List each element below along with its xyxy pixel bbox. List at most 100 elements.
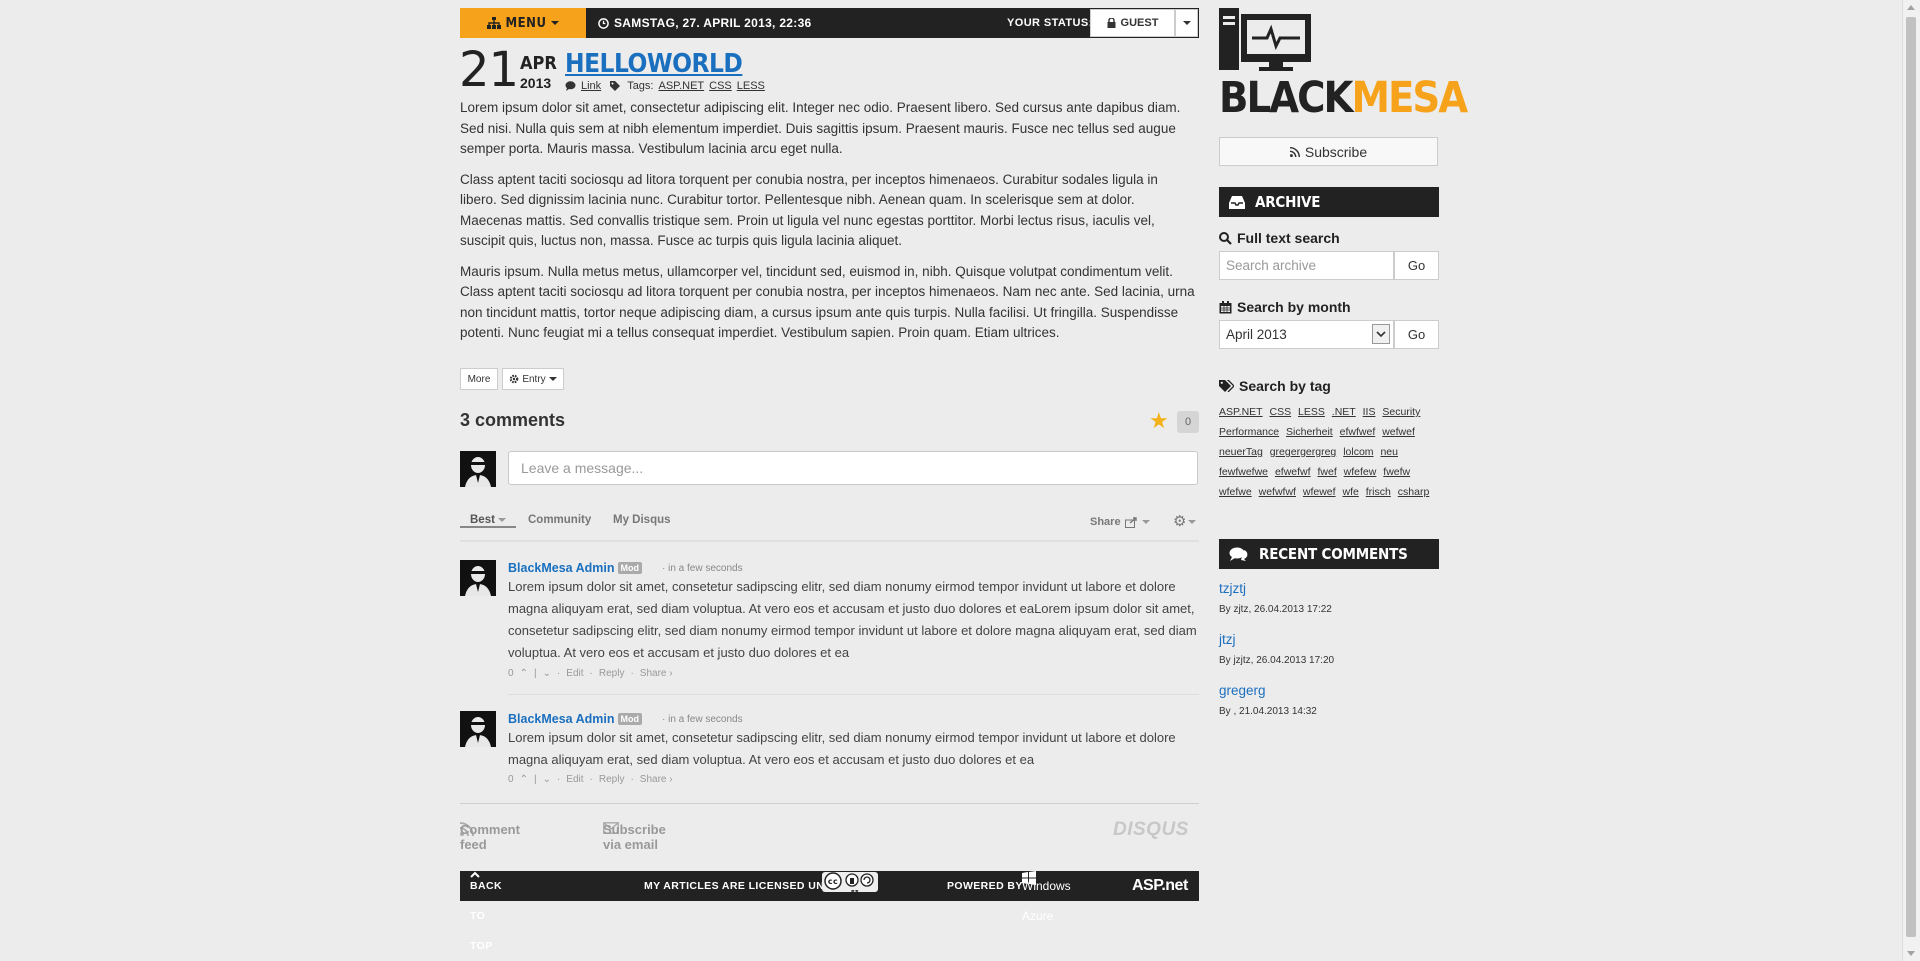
- reply-link[interactable]: Reply: [599, 774, 625, 785]
- post-tag-link[interactable]: CSS: [709, 80, 732, 92]
- comments-icon: [1229, 547, 1248, 561]
- tag-link[interactable]: fwef: [1317, 466, 1336, 478]
- chevron-down-icon: [551, 21, 560, 25]
- tag-link[interactable]: IIS: [1363, 406, 1376, 418]
- tag-link[interactable]: efwfwef: [1340, 426, 1376, 438]
- tag-link[interactable]: lolcom: [1343, 446, 1373, 458]
- tag-link[interactable]: Security: [1382, 406, 1420, 418]
- share-icon: [1124, 516, 1137, 528]
- subscribe-button[interactable]: Subscribe: [1219, 137, 1438, 166]
- fulltext-search-label: Full text search: [1219, 230, 1340, 246]
- comment-feed-link[interactable]: Comment feed: [460, 822, 520, 852]
- more-label: More: [467, 373, 491, 385]
- recent-comment-link[interactable]: gregerg: [1219, 683, 1266, 698]
- tag-link[interactable]: Performance: [1219, 426, 1279, 438]
- upvote-icon[interactable]: ⌃: [520, 774, 528, 785]
- comment-author-name: BlackMesa Admin: [508, 561, 615, 575]
- blackmesa-logo[interactable]: BLACKMESA: [1219, 8, 1468, 123]
- scroll-up-icon[interactable]: [1907, 5, 1915, 10]
- tag-link[interactable]: wefwef: [1382, 426, 1415, 438]
- upvote-icon[interactable]: ⌃: [520, 668, 528, 679]
- current-datetime: SAMSTAG, 27. APRIL 2013, 22:36: [598, 8, 812, 38]
- guest-status-button[interactable]: GUEST: [1090, 9, 1175, 37]
- tag-link[interactable]: LESS: [1298, 406, 1325, 418]
- tag-link[interactable]: wefwfwf: [1259, 486, 1296, 498]
- tag-link[interactable]: efwefwf: [1275, 466, 1311, 478]
- post-title[interactable]: HELLOWORLD: [565, 49, 743, 79]
- comment-time[interactable]: · in a few seconds: [662, 714, 743, 725]
- tag-link[interactable]: .NET: [1332, 406, 1356, 418]
- windows-azure-link[interactable]: Windows Azure: [1022, 871, 1071, 923]
- month-go-button[interactable]: Go: [1394, 320, 1439, 349]
- aspnet-logo[interactable]: ASP.net: [1132, 871, 1188, 901]
- search-go-button[interactable]: Go: [1394, 251, 1439, 280]
- scrollbar[interactable]: [1902, 0, 1920, 961]
- tag-link[interactable]: wfefew: [1344, 466, 1377, 478]
- disqus-logo[interactable]: DISQUS: [1113, 819, 1189, 841]
- comment-time[interactable]: · in a few seconds: [662, 563, 743, 574]
- month-select[interactable]: April 2013: [1219, 320, 1394, 349]
- recent-comment-meta: By zjtz, 26.04.2013 17:22: [1219, 604, 1332, 615]
- reply-link[interactable]: Reply: [599, 668, 625, 679]
- gear-icon[interactable]: ⚙: [1173, 512, 1197, 530]
- month-search-text: Search by month: [1237, 299, 1351, 315]
- archive-title: ARCHIVE: [1255, 193, 1321, 211]
- comment-text: Lorem ipsum dolor sit amet, consetetur s…: [508, 579, 1197, 660]
- edit-link[interactable]: Edit: [566, 668, 583, 679]
- edit-link[interactable]: Edit: [566, 774, 583, 785]
- creative-commons-icon[interactable]: cc BY SA: [822, 871, 878, 896]
- subscribe-email-link[interactable]: Subscribe via email: [603, 822, 666, 852]
- star-icon[interactable]: ★: [1149, 408, 1169, 434]
- downvote-icon[interactable]: ⌄: [543, 668, 551, 679]
- lock-icon: [1107, 18, 1116, 28]
- tag-link[interactable]: neu: [1380, 446, 1398, 458]
- more-button[interactable]: More: [460, 368, 498, 390]
- entry-dropdown-button[interactable]: Entry: [502, 368, 564, 390]
- license-label: MY ARTICLES ARE LICENSED UNDER: [644, 880, 848, 892]
- tag-link[interactable]: wfe: [1342, 486, 1358, 498]
- powered-by-label: POWERED BY: [947, 880, 1023, 892]
- avatar: [460, 711, 496, 747]
- share-dropdown[interactable]: Share: [1090, 516, 1150, 528]
- tag-link[interactable]: csharp: [1398, 486, 1430, 498]
- tag-link[interactable]: gregergergreg: [1270, 446, 1337, 458]
- search-archive-input[interactable]: Search archive: [1219, 251, 1394, 280]
- downvote-icon[interactable]: ⌄: [543, 774, 551, 785]
- recent-comment-link[interactable]: tzjztj: [1219, 581, 1246, 596]
- tag-search-label: Search by tag: [1219, 378, 1331, 394]
- tag-link[interactable]: CSS: [1270, 406, 1292, 418]
- cc-sa-label: SA: [851, 890, 859, 896]
- post-tag-link[interactable]: LESS: [737, 80, 765, 92]
- tag-link[interactable]: Sicherheit: [1286, 426, 1333, 438]
- scroll-down-icon[interactable]: [1907, 951, 1915, 956]
- tag-link[interactable]: frisch: [1366, 486, 1391, 498]
- tag-link[interactable]: neuerTag: [1219, 446, 1263, 458]
- tag-link[interactable]: fwefw: [1383, 466, 1410, 478]
- post-paragraph: Lorem ipsum dolor sit amet, consectetur …: [460, 100, 1181, 156]
- share-link[interactable]: Share ›: [640, 668, 673, 679]
- status-dropdown-toggle[interactable]: [1175, 9, 1198, 37]
- menu-button[interactable]: MENU: [460, 8, 586, 38]
- logo-text-orange: MESA: [1351, 73, 1468, 123]
- tag-link[interactable]: ASP.NET: [1219, 406, 1263, 418]
- vote-count: 0: [508, 774, 514, 785]
- tab-best[interactable]: Best: [460, 514, 517, 528]
- post-link[interactable]: Link: [581, 80, 601, 92]
- tab-my-disqus[interactable]: My Disqus: [613, 514, 671, 526]
- scrollbar-thumb[interactable]: [1906, 17, 1916, 937]
- tag-link[interactable]: wfewef: [1303, 486, 1336, 498]
- message-input[interactable]: Leave a message...: [508, 451, 1198, 485]
- tag-link[interactable]: fewfwefwe: [1219, 466, 1268, 478]
- tag-link[interactable]: wfefwe: [1219, 486, 1252, 498]
- clock-icon: [598, 17, 609, 29]
- tag-search-text: Search by tag: [1239, 378, 1331, 394]
- comment-actions: 0 ⌃ | ⌄ · Edit · Reply · Share ›: [508, 668, 673, 679]
- recent-comment-link[interactable]: jtzj: [1219, 632, 1236, 647]
- tab-community[interactable]: Community: [528, 514, 591, 526]
- comment-author[interactable]: BlackMesa Admin Mod: [508, 712, 643, 726]
- share-link[interactable]: Share ›: [640, 774, 673, 785]
- back-to-top-link[interactable]: BACK TO TOP: [470, 871, 502, 952]
- comment-author[interactable]: BlackMesa Admin Mod: [508, 561, 643, 575]
- post-month: APR: [520, 53, 557, 74]
- post-tag-link[interactable]: ASP.NET: [658, 80, 704, 92]
